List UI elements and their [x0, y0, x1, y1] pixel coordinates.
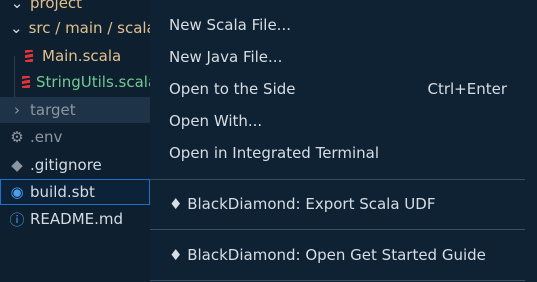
- tree-item-label: project: [30, 0, 83, 12]
- tree-item-gitignore[interactable]: ◆ .gitignore: [0, 152, 150, 178]
- menu-item-open-in-terminal[interactable]: Open in Integrated Terminal: [169, 139, 507, 167]
- menu-item-open-get-started-guide[interactable]: ♦ BlackDiamond: Open Get Started Guide: [169, 241, 507, 269]
- explorer-panel: ⌄ project ⌄ src / main / scala Main.scal…: [0, 0, 150, 282]
- tree-item-label: build.sbt: [30, 183, 95, 201]
- chevron-down-icon: ⌄: [10, 0, 24, 12]
- tree-item-env[interactable]: ⚙ .env: [0, 124, 150, 150]
- menu-separator: [150, 229, 525, 230]
- menu-item-open-with[interactable]: Open With...: [169, 107, 507, 135]
- menu-separator: [150, 179, 525, 180]
- scala-file-icon: [22, 50, 36, 62]
- tree-item-readme[interactable]: ⓘ README.md: [0, 206, 150, 232]
- menu-item-label: New Java File...: [169, 48, 283, 66]
- tree-item-label: src / main / scala: [28, 19, 150, 37]
- tree-item-src-main-scala[interactable]: ⌄ src / main / scala: [0, 15, 150, 41]
- menu-item-shortcut: Ctrl+Enter: [427, 80, 507, 98]
- menu-item-export-scala-udf[interactable]: ♦ BlackDiamond: Export Scala UDF: [169, 190, 507, 218]
- tree-item-main-scala[interactable]: Main.scala: [0, 43, 150, 69]
- context-menu: New Scala File... New Java File... Open …: [150, 0, 537, 282]
- gear-icon: ⚙: [10, 128, 24, 146]
- menu-item-label: Open With...: [169, 112, 263, 130]
- menu-item-label: New Scala File...: [169, 16, 291, 34]
- tree-item-label: StringUtils.scala: [36, 73, 150, 91]
- chevron-right-icon: ›: [14, 101, 20, 119]
- menu-item-new-scala-file[interactable]: New Scala File...: [169, 11, 507, 39]
- menu-item-label: ♦ BlackDiamond: Open Get Started Guide: [169, 246, 486, 264]
- tree-item-label: .env: [30, 128, 63, 146]
- menu-item-label: Open in Integrated Terminal: [169, 144, 379, 162]
- tree-item-label: README.md: [30, 210, 124, 228]
- scala-file-icon: [22, 76, 30, 88]
- menu-item-label: ♦ BlackDiamond: Export Scala UDF: [169, 195, 436, 213]
- git-icon: ◆: [11, 156, 23, 174]
- menu-separator: [150, 280, 525, 281]
- tree-item-build-sbt[interactable]: ◉ build.sbt: [0, 179, 150, 205]
- sbt-icon: ◉: [10, 183, 24, 201]
- info-icon: ⓘ: [9, 210, 25, 229]
- chevron-down-icon: ⌄: [10, 19, 23, 37]
- tree-item-label: .gitignore: [30, 156, 102, 174]
- tree-item-stringutils-scala[interactable]: StringUtils.scala: [0, 69, 150, 95]
- menu-item-label: Open to the Side: [169, 80, 296, 98]
- menu-item-new-java-file[interactable]: New Java File...: [169, 43, 507, 71]
- tree-item-target[interactable]: › target: [0, 97, 150, 123]
- tree-item-label: target: [30, 101, 76, 119]
- tree-item-project[interactable]: ⌄ project: [0, 0, 150, 16]
- tree-item-label: Main.scala: [42, 47, 122, 65]
- menu-item-open-to-the-side[interactable]: Open to the Side Ctrl+Enter: [169, 75, 507, 103]
